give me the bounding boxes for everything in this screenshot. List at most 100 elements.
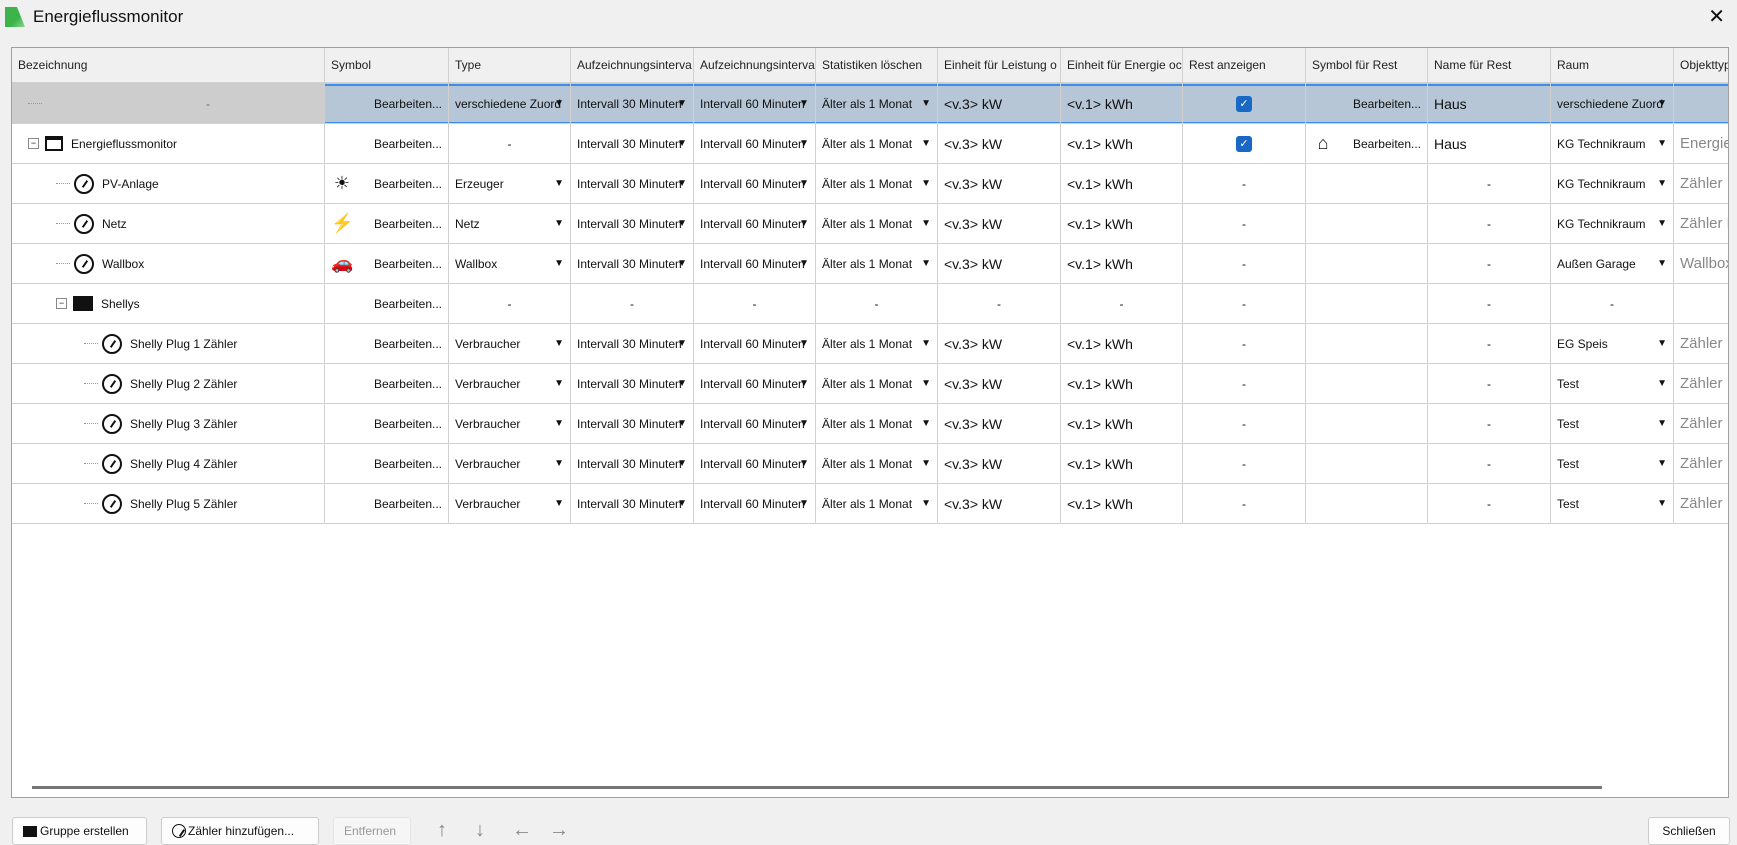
column-header[interactable]: Statistiken löschen [816,48,938,83]
table-row[interactable]: Shelly Plug 2 Zähler Bearbeiten... Verbrau… [12,364,1728,404]
room-select[interactable]: KG Technikraum [1551,204,1674,244]
symbol-cell[interactable]: Bearbeiten... [325,324,449,364]
name-cell[interactable]: Shelly Plug 2 Zähler [12,364,325,404]
type-select[interactable]: Verbraucher [449,364,571,404]
interval-select[interactable]: Intervall 30 Minuten [571,484,694,524]
rest-symbol-cell[interactable] [1306,484,1428,524]
type-select[interactable]: verschiedene Zuord [449,84,571,124]
name-cell[interactable]: Shelly Plug 3 Zähler [12,404,325,444]
symbol-cell[interactable]: Bearbeiten... [325,484,449,524]
show-rest-cell[interactable]: - [1183,204,1306,244]
rest-name-field[interactable]: - [1428,164,1551,204]
rest-symbol-cell[interactable]: Bearbeiten... [1306,84,1428,124]
interval-select[interactable]: - [571,284,694,324]
power-unit-field[interactable]: <v.3> kW [938,404,1061,444]
show-rest-cell[interactable]: - [1183,444,1306,484]
room-select[interactable]: Außen Garage [1551,244,1674,284]
table-row[interactable]: Shelly Plug 4 Zähler Bearbeiten... Verbrau… [12,444,1728,484]
symbol-cell[interactable]: Bearbeiten... [325,364,449,404]
interval-select[interactable]: Intervall 60 Minuten [694,404,816,444]
show-rest-cell[interactable]: ✓ [1183,124,1306,164]
name-cell[interactable]: Shelly Plug 1 Zähler [12,324,325,364]
type-select[interactable]: Verbraucher [449,484,571,524]
create-group-button[interactable]: Gruppe erstellen [12,817,147,845]
rest-symbol-cell[interactable] [1306,444,1428,484]
column-header[interactable]: Aufzeichnungsinterva [571,48,694,83]
rest-symbol-cell[interactable] [1306,204,1428,244]
rest-symbol-cell[interactable] [1306,244,1428,284]
interval-select[interactable]: Intervall 30 Minuten [571,404,694,444]
table-row[interactable]: Wallbox🚗Bearbeiten...WallboxIntervall 30… [12,244,1728,284]
close-button[interactable]: Schließen [1648,817,1730,845]
table-row[interactable]: PV-Anlage☀Bearbeiten...ErzeugerIntervall… [12,164,1728,204]
symbol-cell[interactable]: ⚡ Bearbeiten... [325,204,449,244]
energy-unit-field[interactable]: <v.1> kWh [1061,124,1183,164]
name-cell[interactable]: - [12,84,325,124]
symbol-cell[interactable]: Bearbeiten... [325,84,449,124]
type-select[interactable]: Netz [449,204,571,244]
rest-name-field[interactable]: - [1428,244,1551,284]
interval-select[interactable]: Intervall 30 Minuten [571,84,694,124]
rest-name-field[interactable]: - [1428,324,1551,364]
add-meter-button[interactable]: Zähler hinzufügen... [161,817,319,845]
remove-button[interactable]: Entfernen [333,817,411,845]
delete-stats-select[interactable]: Älter als 1 Monat [816,84,938,124]
delete-stats-select[interactable]: - [816,284,938,324]
symbol-cell[interactable]: Bearbeiten... [325,444,449,484]
name-cell[interactable]: Shelly Plug 5 Zähler [12,484,325,524]
power-unit-field[interactable]: <v.3> kW [938,444,1061,484]
rest-symbol-cell[interactable]: ⌂ Bearbeiten... [1306,124,1428,164]
rest-name-field[interactable]: - [1428,364,1551,404]
interval-select[interactable]: Intervall 30 Minuten [571,164,694,204]
table-row[interactable]: -Bearbeiten...verschiedene ZuordInterval… [12,84,1728,124]
room-select[interactable]: Test [1551,444,1674,484]
interval-select[interactable]: Intervall 60 Minuten [694,364,816,404]
power-unit-field[interactable]: <v.3> kW [938,324,1061,364]
room-select[interactable]: verschiedene Zuord [1551,84,1674,124]
interval-select[interactable]: Intervall 30 Minuten [571,324,694,364]
interval-select[interactable]: Intervall 60 Minuten [694,324,816,364]
energy-unit-field[interactable]: <v.1> kWh [1061,164,1183,204]
name-cell[interactable]: Wallbox [12,244,325,284]
rest-symbol-cell[interactable] [1306,164,1428,204]
table-row[interactable]: Netz⚡Bearbeiten...NetzIntervall 30 Minut… [12,204,1728,244]
rest-name-field[interactable]: - [1428,444,1551,484]
symbol-cell[interactable]: 🚗 Bearbeiten... [325,244,449,284]
show-rest-cell[interactable]: - [1183,364,1306,404]
delete-stats-select[interactable]: Älter als 1 Monat [816,444,938,484]
power-unit-field[interactable]: <v.3> kW [938,364,1061,404]
room-select[interactable]: Test [1551,404,1674,444]
column-header[interactable]: Bezeichnung [12,48,325,83]
delete-stats-select[interactable]: Älter als 1 Monat [816,324,938,364]
type-select[interactable]: - [449,124,571,164]
interval-select[interactable]: - [694,284,816,324]
column-header[interactable]: Name für Rest [1428,48,1551,83]
collapse-toggle-icon[interactable]: − [28,138,39,149]
energy-unit-field[interactable]: <v.1> kWh [1061,204,1183,244]
energy-unit-field[interactable]: <v.1> kWh [1061,244,1183,284]
power-unit-field[interactable]: - [938,284,1061,324]
name-cell[interactable]: − Shellys [12,284,325,324]
show-rest-cell[interactable]: - [1183,244,1306,284]
room-select[interactable]: Test [1551,484,1674,524]
power-unit-field[interactable]: <v.3> kW [938,164,1061,204]
column-header[interactable]: Symbol für Rest [1306,48,1428,83]
column-header[interactable]: Objekttyp [1674,48,1728,83]
type-select[interactable]: Wallbox [449,244,571,284]
room-select[interactable]: KG Technikraum [1551,164,1674,204]
delete-stats-select[interactable]: Älter als 1 Monat [816,204,938,244]
show-rest-cell[interactable]: - [1183,404,1306,444]
table-row[interactable]: Shelly Plug 1 Zähler Bearbeiten... Verbrau… [12,324,1728,364]
symbol-cell[interactable]: Bearbeiten... [325,124,449,164]
close-icon[interactable]: ✕ [1708,4,1725,29]
type-select[interactable]: Verbraucher [449,324,571,364]
column-header[interactable]: Einheit für Energie oc [1061,48,1183,83]
name-cell[interactable]: Shelly Plug 4 Zähler [12,444,325,484]
column-header[interactable]: Raum [1551,48,1674,83]
show-rest-cell[interactable]: - [1183,484,1306,524]
interval-select[interactable]: Intervall 30 Minuten [571,204,694,244]
type-select[interactable]: - [449,284,571,324]
name-cell[interactable]: − Energieflussmonitor [12,124,325,164]
energy-unit-field[interactable]: <v.1> kWh [1061,444,1183,484]
name-cell[interactable]: Netz [12,204,325,244]
